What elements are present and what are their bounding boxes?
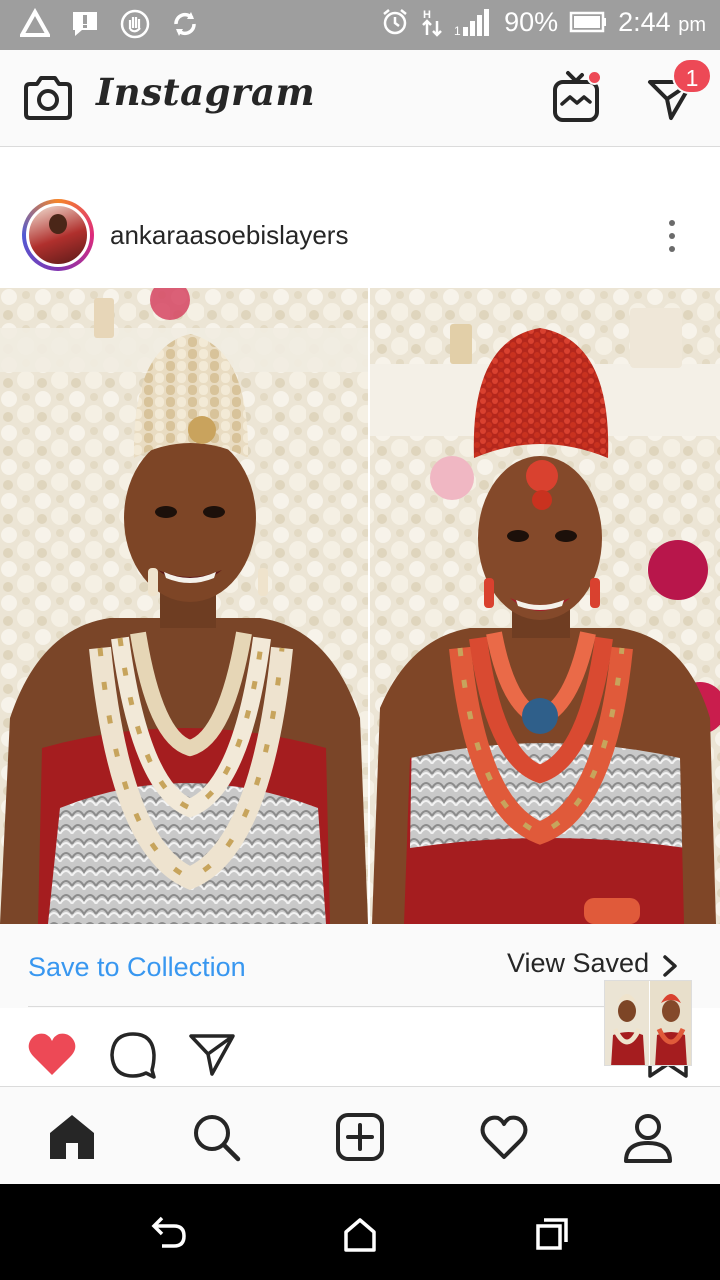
system-navigation-bar <box>0 1184 720 1280</box>
instagram-app-screen: H 1 90% 2:44 pm Instagram 1 ankaraasoebi… <box>0 0 720 1280</box>
nav-search[interactable] <box>190 1111 242 1163</box>
svg-text:1: 1 <box>454 24 461 38</box>
post-photo[interactable] <box>0 288 720 924</box>
igtv-new-dot <box>587 70 602 85</box>
new-post-icon <box>336 1113 384 1161</box>
saved-post-thumbnail[interactable] <box>604 980 692 1066</box>
avatar[interactable] <box>26 203 90 267</box>
data-arrows-icon: H <box>422 9 442 37</box>
chevron-right-icon[interactable] <box>660 954 680 978</box>
heart-filled-icon[interactable] <box>26 1030 78 1078</box>
back-icon[interactable] <box>148 1214 188 1254</box>
warning-icon <box>20 8 50 37</box>
home-icon <box>50 1115 94 1159</box>
svg-text:H: H <box>423 9 431 21</box>
nav-home[interactable] <box>46 1111 98 1163</box>
alarm-icon <box>383 9 407 35</box>
clock-time: 2:44 <box>618 6 671 37</box>
story-ring[interactable] <box>22 199 94 271</box>
view-saved-link[interactable]: View Saved <box>507 948 649 979</box>
comment-icon[interactable] <box>108 1030 158 1080</box>
battery-icon <box>569 11 607 33</box>
sync-icon <box>174 12 196 36</box>
activity-heart-icon <box>480 1115 528 1159</box>
app-title: Instagram <box>96 70 316 114</box>
hand-stop-icon <box>120 9 150 39</box>
save-to-collection-link[interactable]: Save to Collection <box>28 952 246 983</box>
share-icon[interactable] <box>188 1030 236 1078</box>
search-icon <box>194 1115 241 1162</box>
camera-icon[interactable] <box>22 74 74 122</box>
profile-icon <box>624 1114 672 1163</box>
more-vertical-icon[interactable] <box>664 218 680 254</box>
system-home-icon[interactable] <box>340 1214 380 1254</box>
post-header: ankaraasoebislayers <box>0 186 720 286</box>
nav-new-post[interactable] <box>334 1111 386 1163</box>
notification-badge: 1 <box>672 58 712 94</box>
collection-divider <box>28 1006 692 1007</box>
bottom-navigation <box>0 1086 720 1184</box>
message-alert-icon <box>73 12 97 36</box>
battery-percent: 90% <box>504 6 559 37</box>
recents-icon[interactable] <box>532 1214 572 1254</box>
top-app-bar: Instagram <box>0 50 720 147</box>
signal-icon: 1 <box>454 9 490 38</box>
nav-activity[interactable] <box>478 1111 530 1163</box>
post-username[interactable]: ankaraasoebislayers <box>110 220 348 251</box>
status-bar: H 1 90% 2:44 pm <box>0 0 720 50</box>
nav-profile[interactable] <box>622 1111 674 1163</box>
clock-suffix: pm <box>678 13 706 36</box>
clock: 2:44 pm <box>618 7 706 38</box>
